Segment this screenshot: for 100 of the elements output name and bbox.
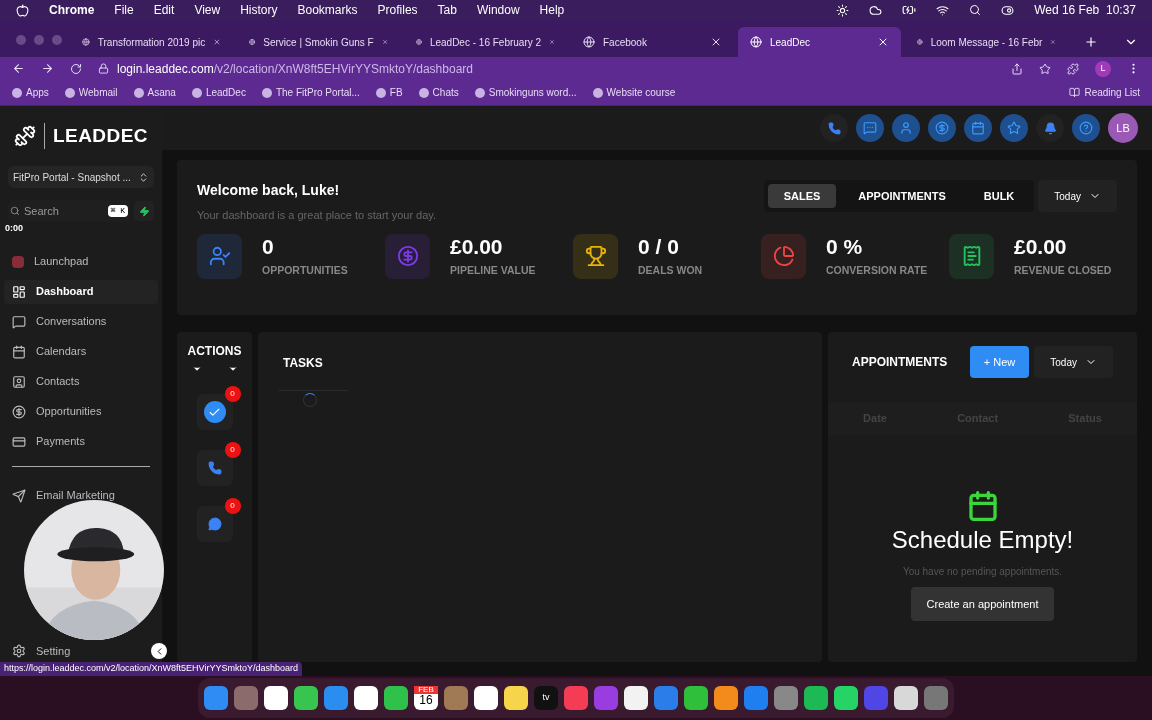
app-icon[interactable] <box>504 686 528 710</box>
view-tab[interactable]: SALES <box>767 184 837 208</box>
app-icon[interactable] <box>384 686 408 710</box>
app-icon[interactable] <box>684 686 708 710</box>
nav-item[interactable]: Dashboard <box>4 279 158 304</box>
collapse-button[interactable] <box>151 643 167 659</box>
back-icon[interactable] <box>12 62 25 75</box>
reading-list[interactable]: Reading List <box>1069 85 1140 100</box>
menu-clock[interactable]: Wed 16 Feb 10:37 <box>1034 1 1136 19</box>
browser-tab[interactable]: Transformation 2019 pic <box>70 27 233 57</box>
lightning-button[interactable] <box>134 201 154 221</box>
nav-item[interactable]: Payments <box>4 429 158 454</box>
menu-item[interactable]: Help <box>539 1 565 19</box>
browser-tab[interactable]: LeadDec - 16 February 2 <box>404 27 567 57</box>
forward-icon[interactable] <box>41 62 54 75</box>
lock-icon <box>98 63 109 74</box>
action-button[interactable] <box>196 394 233 430</box>
notification-button[interactable] <box>1036 114 1064 142</box>
bookmark[interactable]: Smokinguns word... <box>474 85 577 100</box>
apple-icon[interactable] <box>16 3 29 17</box>
wifi-icon[interactable] <box>936 3 950 17</box>
new-tab-icon[interactable] <box>1084 35 1098 49</box>
browser-tab[interactable]: Facebook <box>571 27 734 57</box>
browser-tab[interactable]: Loom Message - 16 Febr <box>905 27 1068 57</box>
user-avatar[interactable]: LB <box>1108 113 1138 143</box>
bookmark[interactable]: Asana <box>133 85 176 100</box>
bookmark[interactable]: The FitPro Portal... <box>261 85 360 100</box>
action-button[interactable] <box>196 450 233 486</box>
bookmark-favicon <box>261 87 272 98</box>
bookmark[interactable]: Apps <box>12 85 49 100</box>
menu-item[interactable]: Bookmarks <box>297 1 358 19</box>
nav-item[interactable]: Launchpad <box>4 249 158 274</box>
brightness-icon[interactable] <box>836 3 850 17</box>
menu-item[interactable]: History <box>240 1 278 19</box>
view-tab[interactable]: APPOINTMENTS <box>842 184 962 208</box>
contact-button[interactable] <box>892 114 920 142</box>
reload-icon[interactable] <box>70 62 82 75</box>
menu-item[interactable]: Tab <box>437 1 457 19</box>
app-icon[interactable] <box>294 686 318 710</box>
action-button[interactable] <box>196 506 233 542</box>
caret-icon[interactable] <box>191 364 202 374</box>
menu-item[interactable]: View <box>194 1 221 19</box>
range-dropdown[interactable]: Today <box>1034 346 1113 378</box>
share-icon[interactable] <box>1011 62 1023 75</box>
bookmark[interactable]: Webmail <box>64 85 118 100</box>
app-icon[interactable] <box>624 686 648 710</box>
close-icon[interactable] <box>710 36 722 48</box>
star-button[interactable] <box>1000 114 1028 142</box>
tab-title: LeadDec <box>770 35 812 50</box>
dumbbell-icon <box>13 125 36 147</box>
view-tab[interactable]: BULK <box>967 184 1031 208</box>
profile-avatar[interactable]: L <box>1095 60 1111 77</box>
battery-icon[interactable] <box>902 3 917 17</box>
close-icon[interactable] <box>213 36 221 48</box>
app-icon[interactable] <box>894 686 918 710</box>
launchpad-icon <box>12 255 24 268</box>
nav-item[interactable]: Opportunities <box>4 399 158 424</box>
calendar-button[interactable] <box>964 114 992 142</box>
nav-item[interactable]: Conversations <box>4 309 158 334</box>
nav-item[interactable]: Contacts <box>4 369 158 394</box>
tv-app-icon[interactable]: tv <box>534 686 558 710</box>
bookmark[interactable]: FB <box>375 85 403 100</box>
menu-item[interactable]: File <box>114 1 134 19</box>
bookmark-star-icon[interactable] <box>1039 62 1051 75</box>
nav-item[interactable]: Setting <box>4 643 79 659</box>
nav-item[interactable]: Calendars <box>4 339 158 364</box>
bookmark[interactable]: Chats <box>418 85 459 100</box>
phone-button[interactable] <box>820 114 848 142</box>
close-icon[interactable] <box>877 36 889 48</box>
nav-item[interactable]: Email Marketing <box>4 483 158 508</box>
caret-icon[interactable] <box>227 364 238 374</box>
bookmark-favicon <box>133 87 144 98</box>
bookmark[interactable]: LeadDec <box>191 85 246 100</box>
app-menu[interactable]: Chrome <box>49 1 95 19</box>
app-icon[interactable] <box>834 686 858 710</box>
app-icon[interactable] <box>354 686 378 710</box>
menu-item[interactable]: Edit <box>153 1 175 19</box>
address-field[interactable]: login.leaddec.com/v2/location/XnW8ft5EHVirYYSmktoY/dashboard <box>98 58 995 79</box>
menu-item[interactable]: Window <box>476 1 520 19</box>
account-switcher[interactable]: FitPro Portal - Snapshot ... <box>8 166 154 188</box>
stat-label: CONVERSION RATE <box>826 262 928 278</box>
dollar-button[interactable] <box>928 114 956 142</box>
cloud-icon[interactable] <box>869 3 883 17</box>
browser-tab[interactable]: LeadDec <box>738 27 901 57</box>
chat-button[interactable] <box>856 114 884 142</box>
create-appointment-button[interactable]: Create an appointment <box>910 587 1055 621</box>
app-icon[interactable] <box>264 686 288 710</box>
range-dropdown[interactable]: Today <box>1038 180 1117 212</box>
bookmark-favicon <box>474 87 485 98</box>
extensions-icon[interactable] <box>1067 62 1079 75</box>
browser-tab[interactable]: Service | Smokin Guns F <box>237 27 400 57</box>
control-center-icon[interactable] <box>1001 3 1015 17</box>
app-icon[interactable] <box>714 686 738 710</box>
bookmark[interactable]: Website course <box>592 85 676 100</box>
help-button[interactable] <box>1072 114 1100 142</box>
calendar-app-icon[interactable]: FEB 16 <box>414 686 438 710</box>
menu-item[interactable]: Profiles <box>377 1 418 19</box>
app-icon[interactable] <box>804 686 828 710</box>
search-icon[interactable] <box>969 4 982 16</box>
app-icon[interactable] <box>474 686 498 710</box>
